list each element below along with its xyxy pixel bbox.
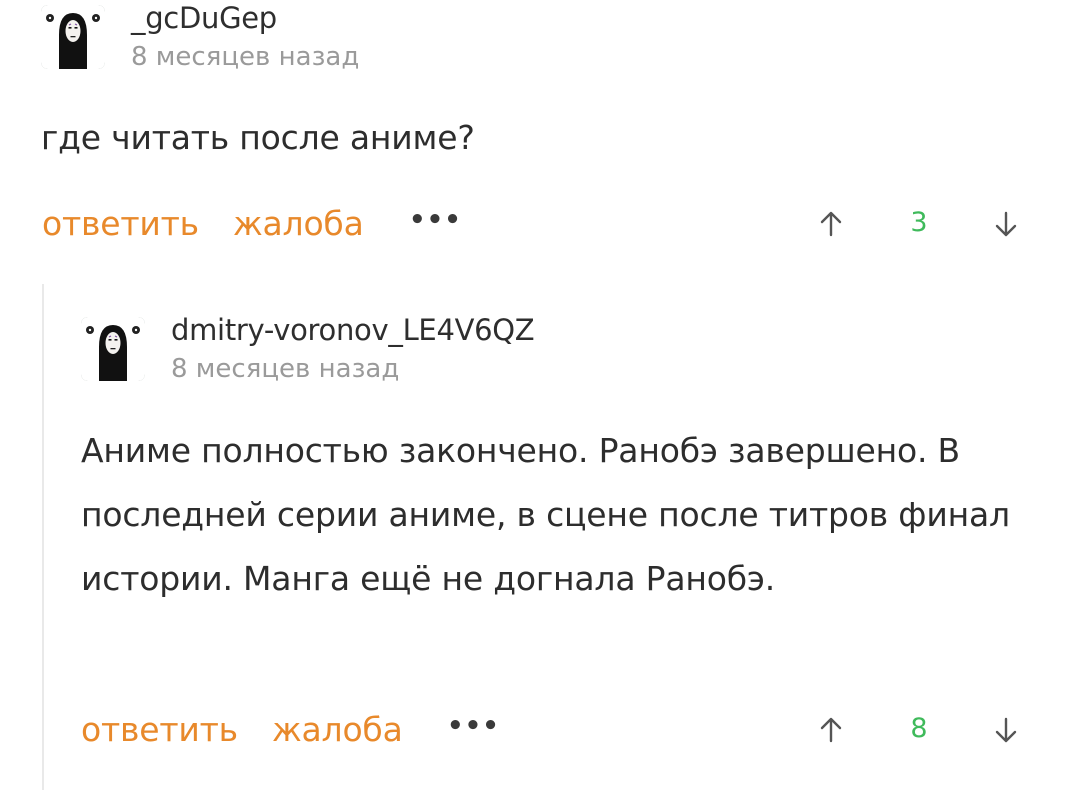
downvote-button[interactable] [986, 204, 1026, 244]
reply-button[interactable]: ответить [81, 710, 238, 750]
upvote-button[interactable] [811, 204, 851, 244]
more-options-button[interactable]: ••• [447, 711, 500, 741]
no-face-avatar-icon [81, 317, 145, 381]
upvote-button[interactable] [811, 710, 851, 750]
timestamp: 8 месяцев назад [131, 42, 360, 72]
thread-line [42, 284, 44, 790]
arrow-down-icon [995, 211, 1017, 237]
arrow-up-icon [820, 211, 842, 237]
comment-text: где читать после аниме? [41, 118, 475, 157]
report-button[interactable]: жалоба [272, 710, 403, 750]
report-button[interactable]: жалоба [233, 204, 364, 244]
rating-count: 3 [910, 207, 928, 238]
arrow-down-icon [995, 717, 1017, 743]
avatar[interactable] [81, 317, 145, 381]
more-options-button[interactable]: ••• [409, 205, 462, 235]
downvote-button[interactable] [986, 710, 1026, 750]
avatar[interactable] [41, 5, 105, 69]
comment-text: Аниме полностью закончено. Ранобэ заверш… [81, 431, 1010, 598]
arrow-up-icon [820, 717, 842, 743]
username[interactable]: dmitry-voronov_LE4V6QZ [171, 313, 535, 347]
reply-button[interactable]: ответить [42, 204, 199, 244]
timestamp: 8 месяцев назад [171, 354, 400, 384]
rating-count: 8 [910, 713, 928, 744]
username[interactable]: _gcDuGep [131, 1, 277, 35]
no-face-avatar-icon [41, 5, 105, 69]
